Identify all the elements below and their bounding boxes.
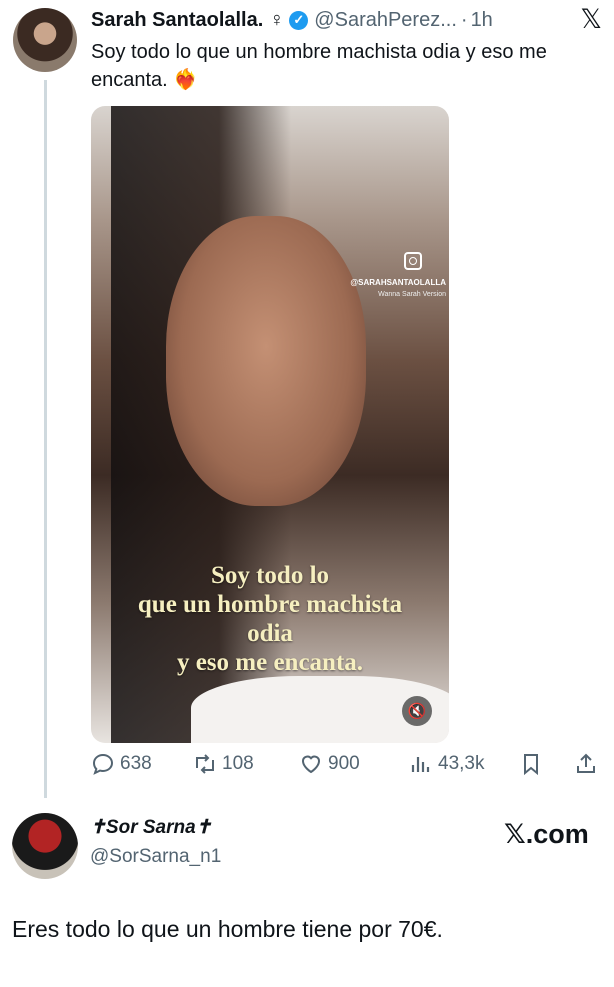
reply-icon xyxy=(92,753,114,775)
author-avatar[interactable] xyxy=(13,8,77,72)
tweet-header: Sarah Santaolalla. ♀ ✓ @SarahPerez... · … xyxy=(91,5,604,35)
reply-author-avatar[interactable] xyxy=(12,813,78,879)
share-icon xyxy=(577,753,595,773)
reply-text: Eres todo lo que un hombre tiene por 70€… xyxy=(12,916,443,942)
video-frame-face xyxy=(166,216,366,506)
reply-author-name[interactable]: ✝Sor Sarna✝ xyxy=(90,816,212,839)
retweet-button[interactable]: 108 xyxy=(193,752,254,776)
views-button[interactable]: 43,3k xyxy=(409,752,484,776)
bookmark-button[interactable] xyxy=(519,752,548,776)
video-watermark-subtitle: Wanna Sarah Version xyxy=(378,291,446,298)
tweet-video[interactable]: @SARAHSANTAOLALLA Wanna Sarah Version So… xyxy=(91,106,449,743)
heart-on-fire-emoji: ❤️‍🔥 xyxy=(173,69,199,91)
like-button[interactable]: 900 xyxy=(299,752,360,776)
views-count: 43,3k xyxy=(438,753,485,774)
x-logo-icon: 𝕏 xyxy=(504,819,526,850)
gender-symbol: ♀ xyxy=(269,8,285,31)
share-button[interactable] xyxy=(574,752,603,776)
caption-line: odia xyxy=(247,620,293,647)
x-logo-icon: 𝕏 xyxy=(580,4,602,35)
caption-line: y eso me encanta. xyxy=(176,649,364,676)
time-separator: · xyxy=(460,8,468,31)
tweet-body: Soy todo lo que un hombre machista odia … xyxy=(91,41,547,91)
tweet-time[interactable]: 1h xyxy=(471,9,493,32)
tweet-actions: 638 108 900 43,3k xyxy=(91,752,603,784)
views-icon xyxy=(411,757,430,772)
reply-author-handle[interactable]: @SorSarna_n1 xyxy=(90,846,221,868)
x-com-logo: 𝕏.com xyxy=(504,819,589,850)
reply-count: 638 xyxy=(120,753,152,774)
caption-line: que un hombre machista xyxy=(137,591,403,618)
thread-connector-line xyxy=(44,80,47,798)
verified-badge-icon: ✓ xyxy=(289,10,309,30)
retweet-icon xyxy=(196,754,214,774)
caption-line: Soy todo lo xyxy=(210,562,330,589)
author-handle[interactable]: @SarahPerez... xyxy=(314,9,457,32)
instagram-icon xyxy=(404,252,422,270)
author-name[interactable]: Sarah Santaolalla. xyxy=(91,9,263,32)
like-count: 900 xyxy=(328,753,360,774)
reply-button[interactable]: 638 xyxy=(91,752,152,776)
reply-tweet: ✝Sor Sarna✝ @SorSarna_n1 𝕏.com Eres todo… xyxy=(12,806,602,966)
video-watermark-handle: @SARAHSANTAOLALLA xyxy=(350,278,446,287)
video-caption: Soy todo lo que un hombre machista odia … xyxy=(91,561,449,677)
like-icon xyxy=(301,755,321,774)
tweet-text: Soy todo lo que un hombre machista odia … xyxy=(91,38,606,94)
mute-icon[interactable]: 🔇 xyxy=(402,696,432,726)
bookmark-icon xyxy=(524,754,538,776)
x-com-site: .com xyxy=(525,819,589,849)
retweet-count: 108 xyxy=(222,753,254,774)
